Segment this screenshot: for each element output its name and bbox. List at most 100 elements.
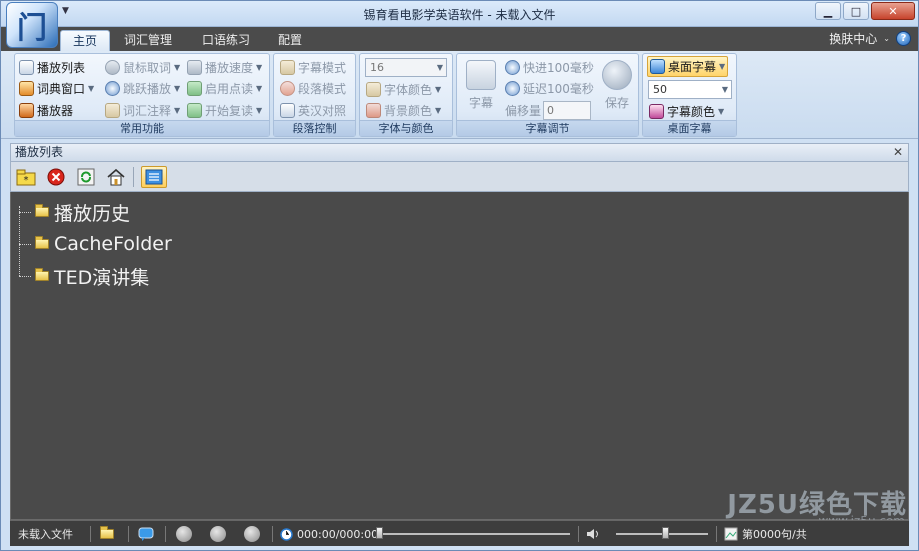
- list-view-icon: [145, 169, 163, 185]
- ribbon: 播放列表 词典窗口 ▼ 播放器 鼠标取词 ▼ 跳跃播放 ▼ 词汇注释 ▼ 播放速…: [0, 51, 919, 139]
- font-size-select[interactable]: 16 ▼: [365, 58, 447, 77]
- tree-connector: [19, 243, 31, 245]
- group-label: 字幕调节: [457, 120, 638, 136]
- play-button[interactable]: [210, 521, 226, 547]
- subtitle-mode-label: 字幕模式: [298, 60, 347, 75]
- speaker-icon: [587, 529, 598, 539]
- ribbon-tab-bar: 主页 词汇管理 口语练习 配置 换肤中心 ⌄ ?: [0, 27, 919, 51]
- chevron-down-icon: ▼: [174, 62, 181, 72]
- group-label: 段落控制: [274, 120, 355, 136]
- app-logo[interactable]: 门: [6, 2, 58, 48]
- save-button[interactable]: 保存: [597, 60, 637, 116]
- playlist-button[interactable]: 播放列表: [19, 57, 85, 77]
- tree-item-label: CacheFolder: [54, 233, 172, 255]
- subtitle-color-icon: [649, 103, 664, 119]
- add-folder-button[interactable]: *: [15, 166, 37, 188]
- player-button[interactable]: 播放器: [19, 100, 73, 120]
- open-folder-button[interactable]: [100, 521, 114, 547]
- tab-vocab-manage[interactable]: 词汇管理: [112, 30, 184, 51]
- minimize-button[interactable]: ▁: [815, 2, 841, 20]
- delete-button[interactable]: [45, 166, 67, 188]
- font-color-button[interactable]: 字体颜色 ▼: [366, 79, 441, 99]
- home-button[interactable]: [105, 166, 127, 188]
- volume-thumb[interactable]: [662, 527, 669, 539]
- player-icon: [19, 102, 34, 118]
- chevron-down-icon[interactable]: ⌄: [883, 34, 890, 43]
- skin-center-link[interactable]: 换肤中心: [829, 30, 877, 47]
- panel-title: 播放列表: [15, 145, 64, 159]
- home-icon: [107, 168, 125, 186]
- plus-icon: [505, 80, 520, 96]
- paragraph-mode-icon: [280, 80, 295, 96]
- player-label: 播放器: [37, 103, 74, 118]
- tree-item-label: 播放历史: [54, 202, 131, 225]
- paragraph-mode-button[interactable]: 段落模式: [280, 78, 346, 98]
- prev-button[interactable]: [176, 521, 192, 547]
- subtitle-icon: [466, 60, 496, 90]
- tab-settings[interactable]: 配置: [266, 30, 314, 51]
- next-icon: [244, 526, 260, 542]
- play-speed-button[interactable]: 播放速度 ▼: [187, 57, 262, 77]
- en-cn-compare-button[interactable]: 英汉对照: [280, 100, 346, 120]
- vocab-note-button[interactable]: 词汇注释 ▼: [105, 100, 180, 120]
- chevron-down-icon: ▼: [719, 62, 726, 71]
- delete-icon: [47, 168, 65, 186]
- progress-thumb[interactable]: [376, 527, 383, 539]
- chat-icon: [138, 527, 154, 541]
- folder-icon: [35, 268, 49, 281]
- jump-play-button[interactable]: 跳跃播放 ▼: [105, 78, 180, 98]
- close-button[interactable]: ✕: [871, 2, 915, 20]
- folder-icon: [35, 204, 49, 217]
- next-button[interactable]: [244, 521, 260, 547]
- chevron-down-icon: ▼: [435, 84, 442, 94]
- progress-track[interactable]: [378, 533, 570, 535]
- subtitle-mode-button[interactable]: 字幕模式: [280, 57, 346, 77]
- group-label: 常用功能: [15, 120, 269, 136]
- offset-input[interactable]: 0: [543, 101, 591, 120]
- start-review-label: 开始复读: [205, 103, 254, 118]
- desktop-subtitle-label: 桌面字幕: [668, 60, 717, 74]
- subtitle-button[interactable]: 字幕: [461, 60, 501, 116]
- bg-color-icon: [366, 102, 381, 118]
- tree-item-ted[interactable]: TED演讲集: [19, 264, 149, 289]
- desktop-subtitle-size-select[interactable]: 50 ▼: [648, 80, 732, 99]
- svg-text:*: *: [24, 175, 29, 186]
- volume-button[interactable]: [586, 521, 602, 547]
- app-logo-text: 门: [17, 11, 47, 46]
- font-color-label: 字体颜色: [384, 82, 433, 97]
- close-icon[interactable]: ✕: [893, 144, 903, 161]
- subtitle-color-button[interactable]: 字幕颜色 ▼: [649, 101, 724, 121]
- mouse-lookup-button[interactable]: 鼠标取词 ▼: [105, 57, 180, 77]
- subtitle-color-label: 字幕颜色: [667, 104, 716, 119]
- list-view-button[interactable]: [141, 166, 167, 188]
- tree-item-cachefolder[interactable]: CacheFolder: [19, 232, 172, 256]
- enable-read-button[interactable]: 启用点读 ▼: [187, 78, 262, 98]
- refresh-button[interactable]: [75, 166, 97, 188]
- group-font-color: 16 ▼ 字体颜色 ▼ 背景颜色 ▼ 字体与颜色: [359, 53, 453, 137]
- tab-speaking-practice[interactable]: 口语练习: [190, 30, 262, 51]
- playlist-tree: 播放历史 CacheFolder TED演讲集: [10, 192, 909, 520]
- chevron-down-icon: ▼: [256, 62, 263, 72]
- maximize-button[interactable]: □: [843, 2, 869, 20]
- enable-read-label: 启用点读: [205, 81, 254, 96]
- desktop-subtitle-button[interactable]: 桌面字幕 ▼: [647, 56, 729, 77]
- status-separator: [128, 526, 129, 542]
- help-icon[interactable]: ?: [896, 31, 911, 46]
- chevron-down-icon: ▼: [256, 105, 263, 115]
- tab-home[interactable]: 主页: [60, 30, 111, 51]
- dict-window-button[interactable]: 词典窗口 ▼: [19, 78, 94, 98]
- bg-color-button[interactable]: 背景颜色 ▼: [366, 100, 441, 120]
- status-separator: [272, 526, 273, 542]
- chevron-down-icon: ▼: [256, 83, 263, 93]
- tree-connector: [19, 211, 31, 213]
- status-separator: [165, 526, 166, 542]
- title-bar: ▼ 锡育看电影学英语软件 - 未载入文件 ▁ □ ✕: [0, 0, 919, 27]
- subtitle-toggle-button[interactable]: [138, 521, 154, 547]
- desktop-subtitle-icon: [650, 59, 665, 74]
- start-review-button[interactable]: 开始复读 ▼: [187, 100, 262, 120]
- tree-item-history[interactable]: 播放历史: [19, 200, 131, 225]
- delay-label: 延迟100毫秒: [523, 81, 594, 96]
- delay-100ms-button[interactable]: 延迟100毫秒: [505, 78, 594, 98]
- chevron-down-icon: ▼: [174, 83, 181, 93]
- fast-forward-100ms-button[interactable]: 快进100毫秒: [505, 57, 594, 77]
